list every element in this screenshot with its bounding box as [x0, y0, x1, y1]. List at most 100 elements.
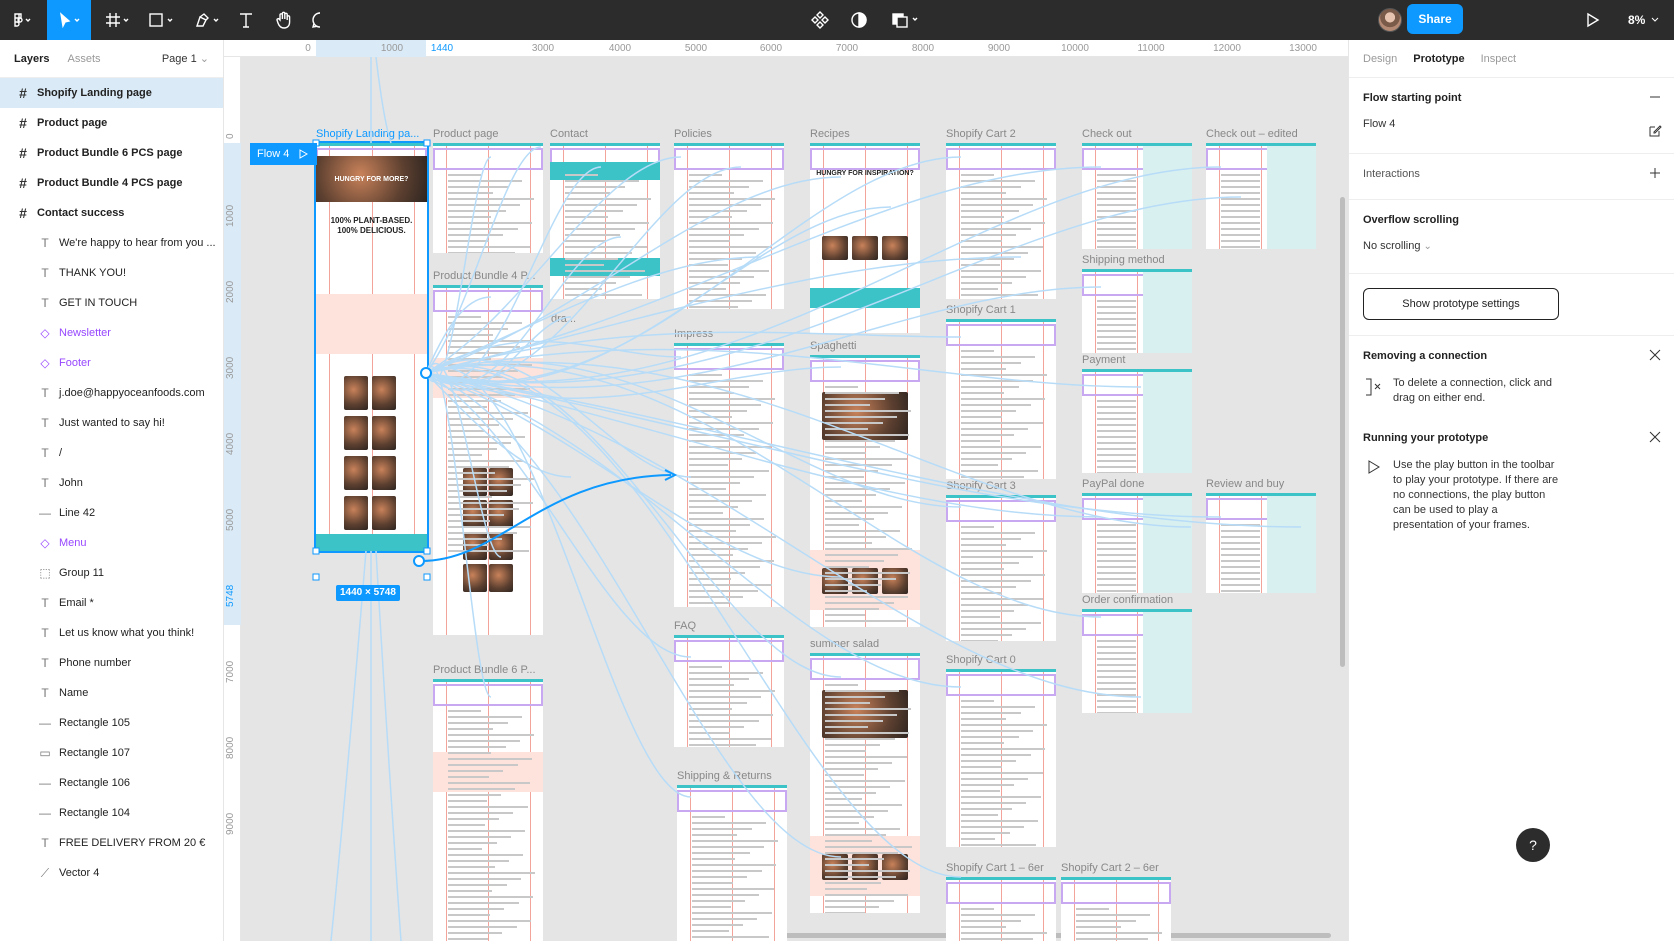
ruler-left: 0 1000 2000 3000 4000 5000 5748 7000 8000 9000	[224, 57, 241, 941]
connection-handle[interactable]	[420, 367, 432, 379]
layer-item[interactable]: ◇ Footer	[0, 348, 223, 378]
tab-layers[interactable]: Layers	[14, 53, 49, 65]
resize-handle[interactable]	[423, 547, 431, 555]
zoom-dropdown[interactable]: 8%	[1628, 0, 1663, 40]
text-icon: T	[41, 296, 49, 310]
play-icon[interactable]	[1578, 0, 1606, 40]
layer-item[interactable]: — Rectangle 106	[0, 768, 223, 798]
layer-item[interactable]: T John	[0, 468, 223, 498]
plus-icon[interactable]	[1648, 166, 1662, 180]
zoom-value: 8%	[1628, 13, 1646, 27]
prototype-connection[interactable]	[425, 359, 692, 478]
prototype-connection[interactable]	[425, 372, 842, 578]
prototype-connection[interactable]	[425, 367, 692, 798]
shape-tool-icon[interactable]	[142, 0, 182, 40]
tab-assets[interactable]: Assets	[67, 53, 100, 65]
layer-item[interactable]: T Name	[0, 678, 223, 708]
frame-tool-icon[interactable]	[98, 0, 138, 40]
share-button[interactable]: Share	[1407, 4, 1463, 34]
connection-handle[interactable]	[413, 555, 425, 567]
minus-icon[interactable]	[1648, 90, 1662, 104]
hand-tool-icon[interactable]	[270, 0, 298, 40]
layer-item[interactable]: ⬚ Group 11	[0, 558, 223, 588]
layer-item[interactable]: T Let us know what you think!	[0, 618, 223, 648]
layer-item[interactable]: # Contact success	[0, 198, 223, 228]
layer-label: Rectangle 107	[59, 747, 130, 759]
comment-tool-icon[interactable]	[306, 0, 334, 40]
overflow-dropdown[interactable]: No scrolling ⌄	[1363, 240, 1660, 252]
layer-item[interactable]: T FREE DELIVERY FROM 20 €	[0, 828, 223, 858]
layer-label: Name	[59, 687, 89, 699]
ruler-tick-label: 8000	[911, 43, 935, 54]
resize-handle[interactable]	[423, 573, 431, 581]
layer-item[interactable]: ◇ Newsletter	[0, 318, 223, 348]
figma-menu-icon[interactable]	[4, 0, 40, 40]
layer-item[interactable]: T GET IN TOUCH	[0, 288, 223, 318]
layer-item[interactable]: # Product page	[0, 108, 223, 138]
layer-item[interactable]: — Rectangle 105	[0, 708, 223, 738]
pen-tool-icon[interactable]	[188, 0, 228, 40]
show-prototype-settings-button[interactable]: Show prototype settings	[1363, 288, 1559, 320]
prototype-connection[interactable]	[425, 372, 962, 688]
layer-item[interactable]: T THANK YOU!	[0, 258, 223, 288]
prototype-connection[interactable]	[425, 372, 1302, 528]
prototype-connection[interactable]	[425, 366, 492, 698]
layer-item[interactable]: # Shopify Landing page	[0, 78, 223, 108]
close-icon[interactable]	[1648, 348, 1662, 362]
ruler-tick-label: 13000	[1289, 43, 1317, 54]
layer-item[interactable]: # Product Bundle 4 PCS page	[0, 168, 223, 198]
resize-handle[interactable]	[312, 573, 320, 581]
layer-item[interactable]: T Phone number	[0, 648, 223, 678]
layer-item[interactable]: ⟋ Vector 4	[0, 858, 223, 888]
prototype-connection[interactable]	[375, 57, 392, 144]
layer-item[interactable]: ▭ Rectangle 107	[0, 738, 223, 768]
layer-item[interactable]: T /	[0, 438, 223, 468]
tab-design[interactable]: Design	[1363, 53, 1397, 65]
help-button[interactable]: ?	[1516, 828, 1550, 862]
layer-item[interactable]: T Email *	[0, 588, 223, 618]
tab-prototype[interactable]: Prototype	[1413, 53, 1464, 65]
layer-item[interactable]: — Rectangle 104	[0, 798, 223, 828]
layer-label: Newsletter	[59, 327, 111, 339]
components-icon[interactable]	[806, 0, 834, 40]
resize-handle[interactable]	[423, 139, 431, 147]
avatar[interactable]	[1378, 8, 1402, 32]
move-tool-icon[interactable]	[47, 0, 91, 40]
line-icon: —	[39, 806, 51, 820]
layer-item[interactable]: T We're happy to hear from you ...	[0, 228, 223, 258]
group-icon: ⬚	[39, 566, 51, 580]
tab-inspect[interactable]: Inspect	[1481, 53, 1516, 65]
frame-icon: #	[19, 85, 27, 101]
layer-item[interactable]: T Just wanted to say hi!	[0, 408, 223, 438]
properties-panel: Design Prototype Inspect Flow starting p…	[1348, 40, 1674, 941]
theme-toggle-icon[interactable]	[845, 0, 873, 40]
layer-item[interactable]: ◇ Menu	[0, 528, 223, 558]
layer-item[interactable]: # Product Bundle 6 PCS page	[0, 138, 223, 168]
text-tool-icon[interactable]	[232, 0, 260, 40]
prototype-connection[interactable]	[425, 256, 762, 374]
prototype-connection[interactable]	[425, 368, 962, 878]
prototype-connection[interactable]	[425, 372, 1142, 698]
flow-starting-badge[interactable]: Flow 4	[250, 143, 317, 165]
prototype-connection[interactable]	[425, 372, 1102, 518]
canvas[interactable]: Shopify Landing pa... HUNGRY FOR MORE? 100…	[241, 57, 1348, 941]
text-icon: T	[41, 686, 49, 700]
prototype-connection[interactable]	[425, 286, 1102, 389]
resize-handle[interactable]	[312, 547, 320, 555]
prototype-connection[interactable]	[425, 176, 842, 374]
page-selector[interactable]: Page 1 ⌄	[162, 52, 209, 65]
text-icon: T	[41, 626, 49, 640]
close-icon[interactable]	[1648, 430, 1662, 444]
edit-icon[interactable]	[1648, 124, 1662, 138]
line-icon: —	[39, 776, 51, 790]
prototype-connection[interactable]	[425, 166, 1222, 383]
multiplayer-icon[interactable]	[886, 0, 926, 40]
layer-item[interactable]: — Line 42	[0, 498, 223, 528]
prototype-connection[interactable]	[330, 550, 367, 941]
flow-name[interactable]: Flow 4	[1363, 118, 1660, 130]
layer-item[interactable]: Tj.doe@happyoceanfoods.com	[0, 378, 223, 408]
layer-label: Line 42	[59, 507, 96, 519]
layer-label: Product page	[37, 117, 108, 129]
text-icon: T	[41, 656, 49, 670]
prototype-connection[interactable]	[375, 550, 402, 941]
